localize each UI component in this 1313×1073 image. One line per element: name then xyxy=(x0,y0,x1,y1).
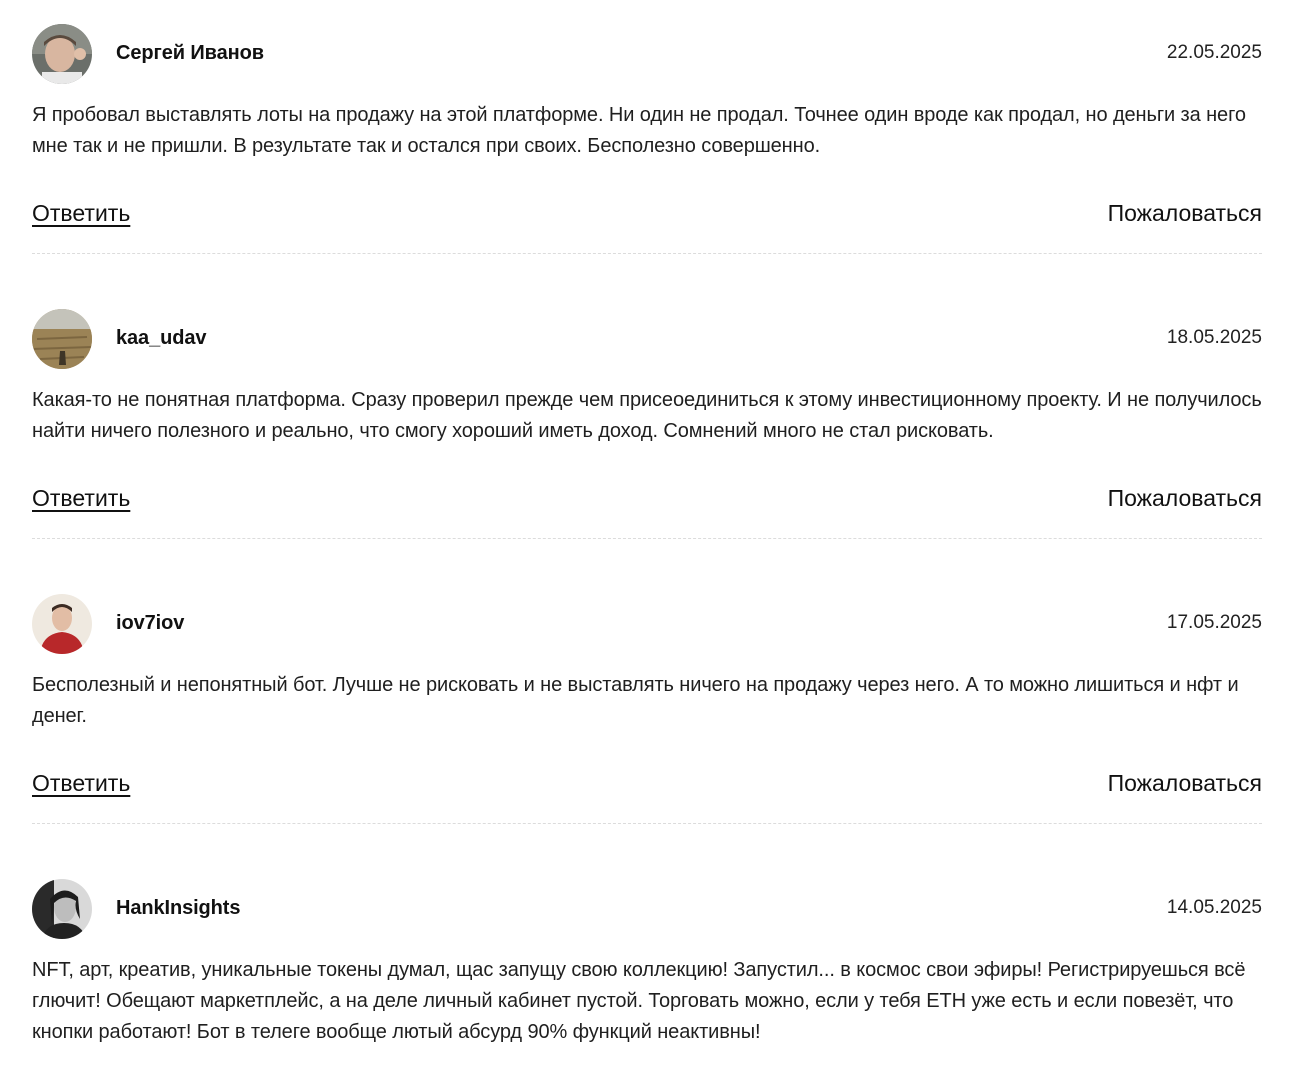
comment-date: 14.05.2025 xyxy=(1166,897,1262,918)
author-name: iov7iov xyxy=(116,612,185,634)
comment-text: Бесполезный и непонятный бот. Лучше не р… xyxy=(32,674,1239,727)
comment-date: 18.05.2025 xyxy=(1166,327,1262,348)
author-name: Сергей Иванов xyxy=(116,42,264,64)
divider xyxy=(32,823,1262,824)
author-name: kaa_udav xyxy=(116,327,207,349)
comments-list: Сергей Иванов 22.05.2025 Я пробовал выст… xyxy=(0,0,1313,1073)
complain-link[interactable]: Пожаловаться xyxy=(1108,770,1262,797)
comment-text: Я пробовал выставлять лоты на продажу на… xyxy=(32,104,1246,157)
comment-date: 22.05.2025 xyxy=(1166,42,1262,63)
complain-link[interactable]: Пожаловаться xyxy=(1108,200,1262,227)
avatar[interactable] xyxy=(32,594,92,654)
comment-date: 17.05.2025 xyxy=(1166,612,1262,633)
reply-link[interactable]: Ответить xyxy=(32,485,130,512)
comment-header: kaa_udav 18.05.2025 xyxy=(32,309,1262,369)
comment-header: iov7iov 17.05.2025 xyxy=(32,594,1262,654)
divider xyxy=(32,538,1262,539)
comment-actions: Ответить Пожаловаться xyxy=(32,200,1262,230)
comment-header: Сергей Иванов 22.05.2025 xyxy=(32,24,1262,84)
reply-link[interactable]: Ответить xyxy=(32,770,130,797)
avatar[interactable] xyxy=(32,309,92,369)
comment-text: NFT, арт, креатив, уникальные токены дум… xyxy=(32,959,1246,1043)
comment-item: kaa_udav 18.05.2025 Какая-то не понятная… xyxy=(32,309,1262,539)
comment-item: HankInsights 14.05.2025 NFT, арт, креати… xyxy=(32,879,1262,1043)
divider xyxy=(32,253,1262,254)
comment-item: iov7iov 17.05.2025 Бесполезный и непонят… xyxy=(32,594,1262,824)
comment-actions: Ответить Пожаловаться xyxy=(32,770,1262,800)
reply-link[interactable]: Ответить xyxy=(32,200,130,227)
comment-text: Какая-то не понятная платформа. Сразу пр… xyxy=(32,389,1262,442)
comment-item: Сергей Иванов 22.05.2025 Я пробовал выст… xyxy=(32,24,1262,254)
avatar[interactable] xyxy=(32,879,92,939)
comment-header: HankInsights 14.05.2025 xyxy=(32,879,1262,939)
complain-link[interactable]: Пожаловаться xyxy=(1108,485,1262,512)
avatar[interactable] xyxy=(32,24,92,84)
author-name: HankInsights xyxy=(116,897,241,919)
comment-actions: Ответить Пожаловаться xyxy=(32,485,1262,515)
